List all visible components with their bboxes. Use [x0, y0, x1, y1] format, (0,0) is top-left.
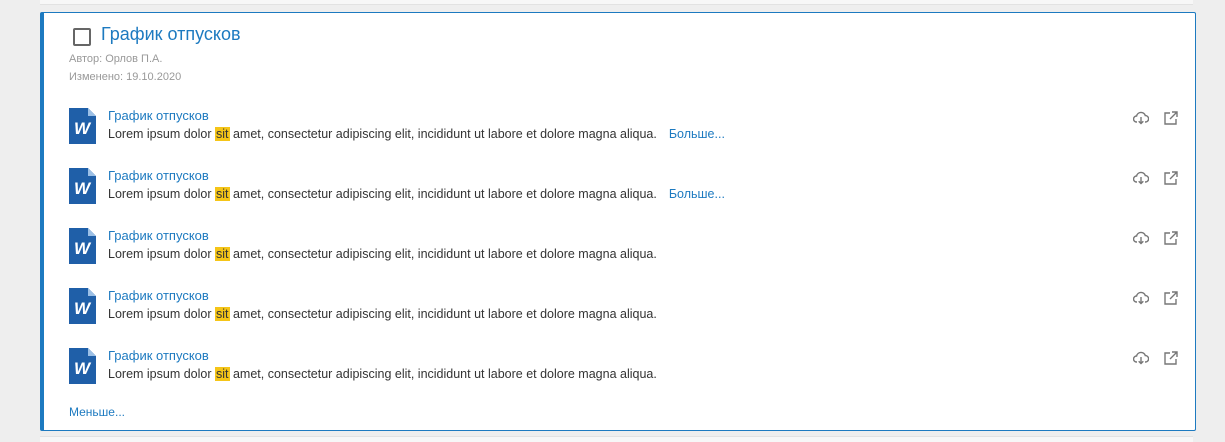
svg-text:W: W	[74, 239, 92, 258]
snippet-text: Lorem ipsum dolor	[108, 307, 215, 321]
document-row: W График отпусков Lorem ipsum dolor sit …	[69, 168, 1189, 208]
search-highlight: sit	[215, 367, 230, 381]
search-highlight: sit	[215, 307, 230, 321]
document-snippet: Lorem ipsum dolor sit amet, consectetur …	[108, 127, 725, 141]
open-external-icon[interactable]	[1163, 291, 1179, 305]
author-label: Автор: Орлов П.А.	[69, 53, 163, 65]
next-card-edge	[40, 436, 1193, 442]
document-snippet: Lorem ipsum dolor sit amet, consectetur …	[108, 307, 657, 321]
cloud-download-icon[interactable]	[1133, 291, 1149, 305]
document-title-link[interactable]: График отпусков	[108, 108, 209, 123]
snippet-text: amet, consectetur adipiscing elit, incid…	[229, 247, 657, 261]
svg-text:W: W	[74, 179, 92, 198]
snippet-text: Lorem ipsum dolor	[108, 367, 215, 381]
snippet-text: amet, consectetur adipiscing elit, incid…	[229, 187, 657, 201]
snippet-text: Lorem ipsum dolor	[108, 187, 215, 201]
modified-date-label: Изменено: 19.10.2020	[69, 71, 182, 83]
document-row: W График отпусков Lorem ipsum dolor sit …	[69, 288, 1189, 328]
snippet-text: amet, consectetur adipiscing elit, incid…	[229, 367, 657, 381]
card-title[interactable]: График отпусков	[101, 24, 241, 45]
document-title-link[interactable]: График отпусков	[108, 348, 209, 363]
document-title-link[interactable]: График отпусков	[108, 288, 209, 303]
word-document-icon[interactable]: W	[69, 288, 96, 324]
snippet-text: amet, consectetur adipiscing elit, incid…	[229, 127, 657, 141]
less-link[interactable]: Меньше...	[69, 405, 125, 419]
word-document-icon[interactable]: W	[69, 348, 96, 384]
previous-card-edge	[40, 0, 1193, 5]
open-external-icon[interactable]	[1163, 351, 1179, 365]
cloud-download-icon[interactable]	[1133, 351, 1149, 365]
document-row: W График отпусков Lorem ipsum dolor sit …	[69, 228, 1189, 268]
open-external-icon[interactable]	[1163, 231, 1179, 245]
open-external-icon[interactable]	[1163, 111, 1179, 125]
document-snippet: Lorem ipsum dolor sit amet, consectetur …	[108, 247, 657, 261]
document-snippet: Lorem ipsum dolor sit amet, consectetur …	[108, 187, 725, 201]
svg-text:W: W	[74, 359, 92, 378]
cloud-download-icon[interactable]	[1133, 111, 1149, 125]
document-row: W График отпусков Lorem ipsum dolor sit …	[69, 108, 1189, 148]
select-checkbox[interactable]	[73, 28, 91, 46]
search-highlight: sit	[215, 247, 230, 261]
document-row: W График отпусков Lorem ipsum dolor sit …	[69, 348, 1189, 388]
snippet-text: Lorem ipsum dolor	[108, 127, 215, 141]
open-external-icon[interactable]	[1163, 171, 1179, 185]
cloud-download-icon[interactable]	[1133, 171, 1149, 185]
search-highlight: sit	[215, 127, 230, 141]
word-document-icon[interactable]: W	[69, 168, 96, 204]
document-snippet: Lorem ipsum dolor sit amet, consectetur …	[108, 367, 657, 381]
document-title-link[interactable]: График отпусков	[108, 228, 209, 243]
search-highlight: sit	[215, 187, 230, 201]
document-group-card: График отпусков Автор: Орлов П.А. Измене…	[40, 12, 1196, 431]
more-link[interactable]: Больше...	[669, 187, 725, 201]
cloud-download-icon[interactable]	[1133, 231, 1149, 245]
snippet-text: Lorem ipsum dolor	[108, 247, 215, 261]
document-title-link[interactable]: График отпусков	[108, 168, 209, 183]
svg-text:W: W	[74, 119, 92, 138]
word-document-icon[interactable]: W	[69, 108, 96, 144]
word-document-icon[interactable]: W	[69, 228, 96, 264]
more-link[interactable]: Больше...	[669, 127, 725, 141]
snippet-text: amet, consectetur adipiscing elit, incid…	[229, 307, 657, 321]
svg-text:W: W	[74, 299, 92, 318]
